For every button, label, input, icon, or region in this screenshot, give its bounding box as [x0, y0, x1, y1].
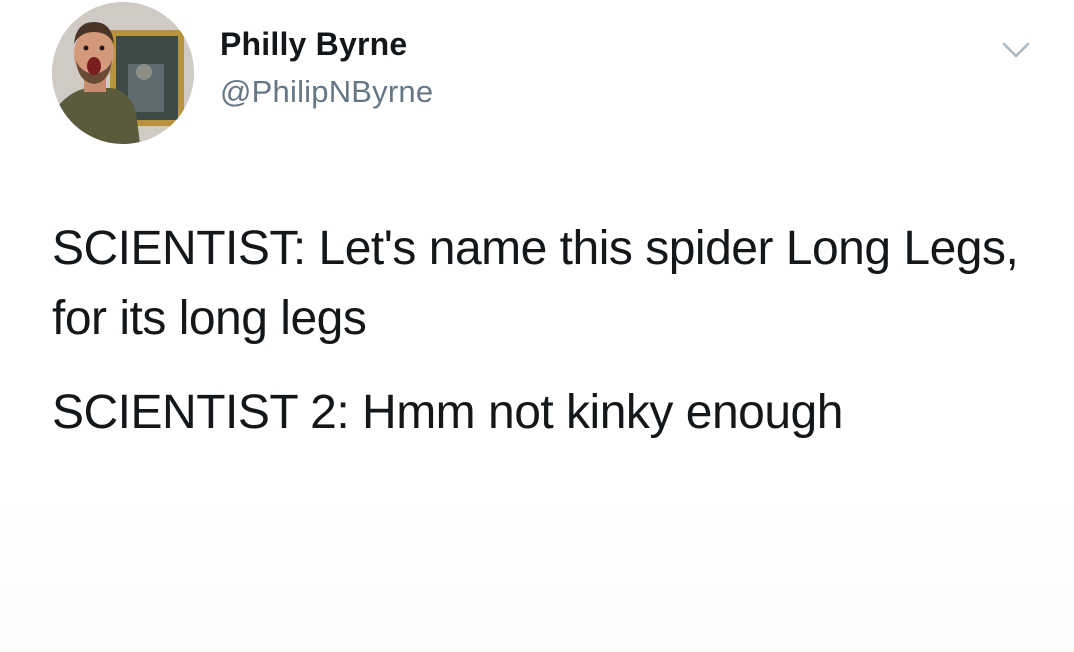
author-block: Philly Byrne @PhilipNByrne	[220, 24, 433, 112]
tweet-paragraph-1: SCIENTIST: Let's name this spider Long L…	[52, 222, 1019, 345]
chevron-down-icon	[1002, 42, 1030, 58]
avatar-image	[52, 2, 194, 144]
tweet-card: Philly Byrne @PhilipNByrne SCIENTIST: Le…	[0, 0, 1074, 652]
tweet-text: SCIENTIST: Let's name this spider Long L…	[52, 214, 1042, 448]
username-handle[interactable]: @PhilipNByrne	[220, 72, 433, 112]
display-name[interactable]: Philly Byrne	[220, 24, 433, 64]
tweet-paragraph-2: SCIENTIST 2: Hmm not kinky enough	[52, 386, 843, 439]
tweet-menu-button[interactable]	[992, 30, 1040, 70]
avatar[interactable]	[52, 2, 194, 144]
